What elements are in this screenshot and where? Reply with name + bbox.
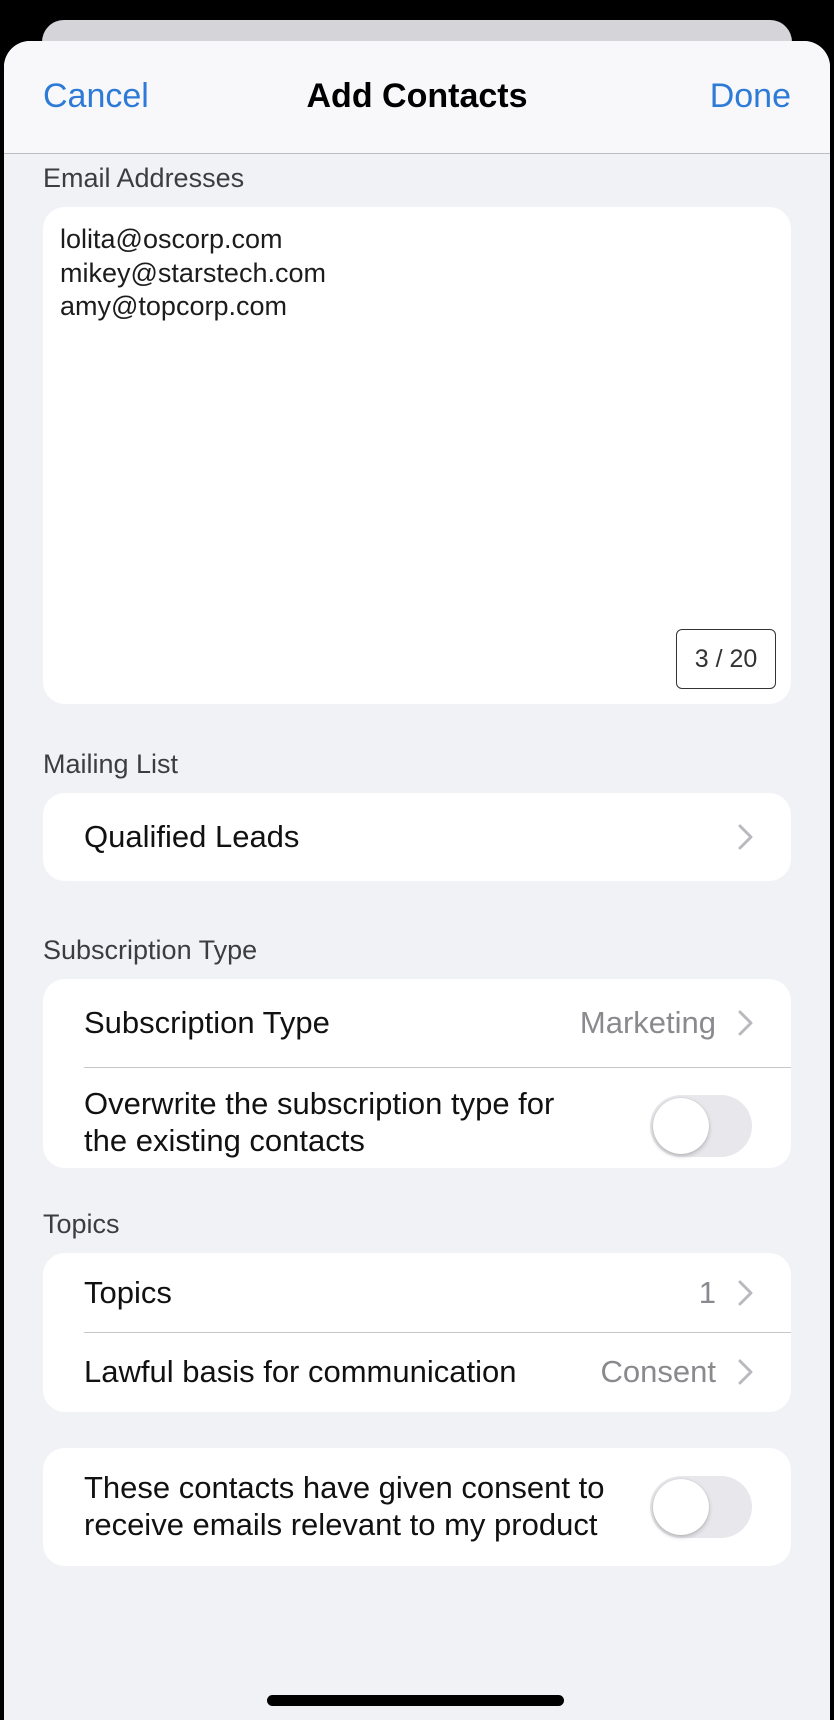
lawful-basis-label: Lawful basis for communication xyxy=(84,1354,517,1389)
chevron-right-icon xyxy=(738,1359,753,1385)
subscription-type-header: Subscription Type xyxy=(43,935,258,965)
email-count-badge: 3 / 20 xyxy=(676,629,776,689)
email-addresses-textarea[interactable]: lolita@oscorp.com mikey@starstech.com am… xyxy=(43,207,791,704)
mailing-list-group: Qualified Leads xyxy=(43,793,791,881)
subscription-type-value: Marketing xyxy=(579,1005,716,1040)
email-entry: amy@topcorp.com xyxy=(60,291,287,321)
lawful-basis-value: Consent xyxy=(600,1354,716,1389)
topics-header: Topics xyxy=(43,1209,120,1239)
subscription-type-label: Subscription Type xyxy=(84,1005,330,1040)
navigation-bar: Cancel Add Contacts Done xyxy=(4,41,830,154)
mailing-list-value: Qualified Leads xyxy=(84,819,300,854)
email-entry: lolita@oscorp.com xyxy=(60,224,283,254)
topics-label: Topics xyxy=(84,1274,172,1310)
email-entry: mikey@starstech.com xyxy=(60,257,326,288)
chevron-right-icon xyxy=(738,1010,753,1036)
overwrite-subscription-toggle[interactable] xyxy=(650,1095,752,1157)
overwrite-label-line: Overwrite the subscription type for xyxy=(84,1086,555,1121)
toggle-knob xyxy=(653,1098,709,1154)
consent-group: These contacts have given consent to rec… xyxy=(43,1448,791,1566)
overwrite-subscription-label: Overwrite the subscription type for the … xyxy=(84,1085,554,1159)
consent-toggle[interactable] xyxy=(650,1476,752,1538)
mailing-list-row[interactable]: Qualified Leads xyxy=(43,793,791,881)
consent-label-line: receive emails relevant to my product xyxy=(84,1507,598,1542)
consent-label: These contacts have given consent to rec… xyxy=(84,1469,604,1543)
home-indicator xyxy=(267,1695,564,1706)
subscription-type-row[interactable]: Subscription Type Marketing xyxy=(43,979,791,1067)
done-button[interactable]: Done xyxy=(710,77,791,116)
lawful-basis-row[interactable]: Lawful basis for communication Consent xyxy=(43,1332,791,1412)
chevron-right-icon xyxy=(738,824,753,850)
email-addresses-header: Email Addresses xyxy=(43,163,245,193)
row-divider xyxy=(84,1067,791,1068)
topics-row[interactable]: Topics 1 xyxy=(43,1253,791,1332)
toggle-knob xyxy=(653,1479,709,1535)
topics-group: Topics 1 Lawful basis for communication … xyxy=(43,1253,791,1412)
chevron-right-icon xyxy=(738,1280,753,1305)
page-title: Add Contacts xyxy=(306,77,528,115)
subscription-type-group: Subscription Type Marketing Overwrite th… xyxy=(43,979,791,1168)
consent-label-line: These contacts have given consent to xyxy=(84,1470,605,1505)
topics-count: 1 xyxy=(698,1274,716,1310)
email-list: lolita@oscorp.com mikey@starstech.com am… xyxy=(60,223,326,324)
add-contacts-sheet: Cancel Add Contacts Done Email Addresses… xyxy=(4,41,830,1720)
mailing-list-header: Mailing List xyxy=(43,749,179,779)
overwrite-label-line: the existing contacts xyxy=(84,1123,365,1158)
